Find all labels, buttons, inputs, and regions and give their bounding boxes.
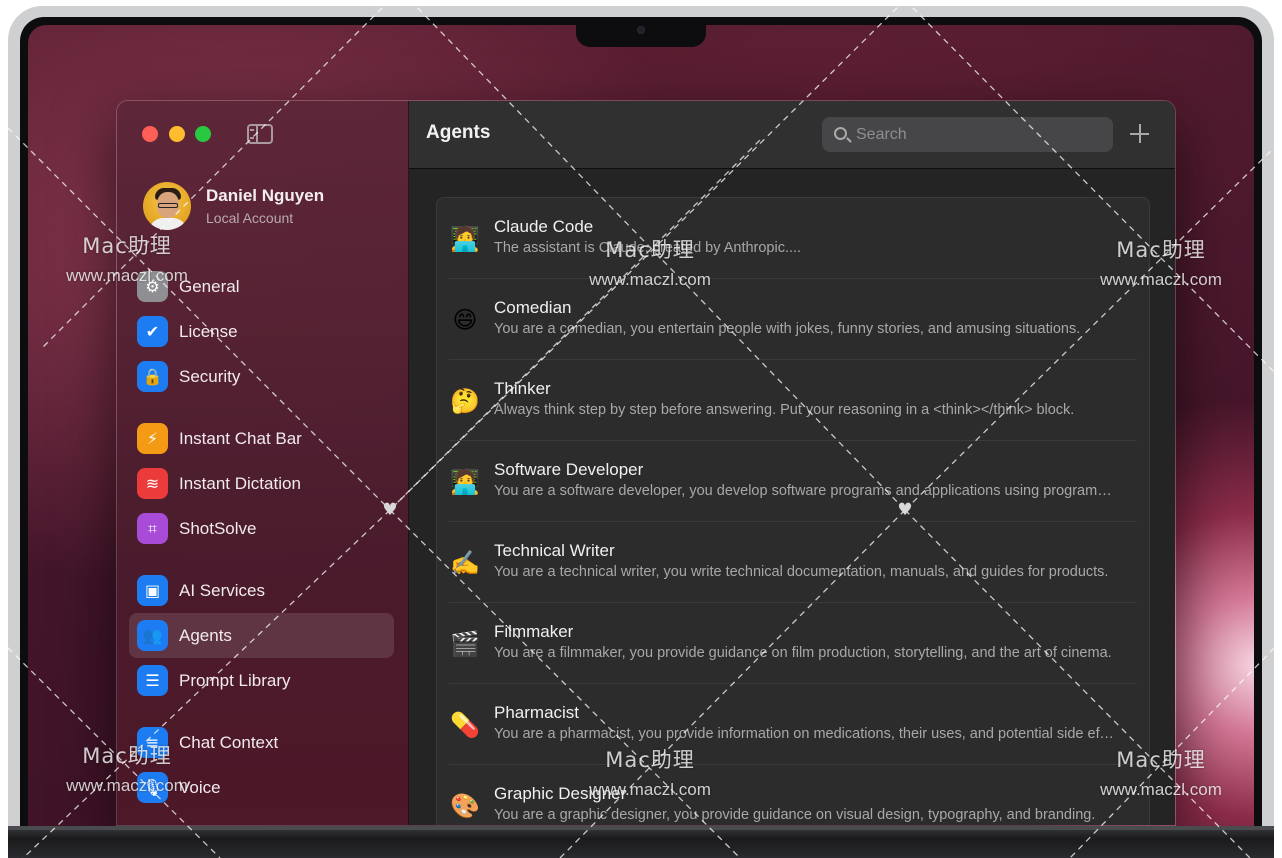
waveform-icon: ≋	[137, 468, 168, 499]
checkmark-seal-icon: ✔	[137, 316, 168, 347]
sidebar-item-label: Instant Dictation	[179, 474, 301, 493]
sidebar-left-icon[interactable]	[247, 124, 273, 144]
avatar	[143, 182, 191, 230]
add-agent-button[interactable]	[1127, 121, 1153, 147]
sidebar: Daniel Nguyen Local Account ⚙ General ✔ Lic…	[117, 101, 409, 825]
sidebar-item-label: Security	[179, 367, 241, 386]
gear-icon: ⚙	[137, 271, 168, 302]
agent-row[interactable]: 🎨 Graphic Designer You are a graphic desig…	[437, 765, 1149, 825]
agent-description: You are a technical writer, you write te…	[494, 564, 1109, 580]
agent-row[interactable]: 🧑‍💻 Software Developer You are a software …	[437, 441, 1149, 522]
profile-name: Daniel Nguyen	[206, 186, 325, 205]
agent-row[interactable]: 💊 Pharmacist You are a pharmacist, you pro…	[437, 684, 1149, 765]
sidebar-item-ai-services[interactable]: ▣ AI Services	[129, 568, 394, 613]
sidebar-item-agents[interactable]: 👥 Agents	[129, 613, 394, 658]
sidebar-item-label: Prompt Library	[179, 671, 291, 690]
sidebar-item-label: ShotSolve	[179, 519, 257, 538]
agent-emoji-icon: 🧑‍💻	[450, 225, 480, 253]
minimize-window-button[interactable]	[169, 126, 185, 142]
agent-description: You are a filmmaker, you provide guidanc…	[494, 645, 1112, 661]
close-window-button[interactable]	[142, 126, 158, 142]
search-icon	[834, 127, 847, 140]
agent-description: Always think step by step before answeri…	[494, 402, 1075, 418]
agent-description: You are a comedian, you entertain people…	[494, 321, 1081, 337]
agent-name: Technical Writer	[494, 541, 615, 560]
watermark-heart-icon: ♥	[897, 500, 913, 520]
agent-list: 🧑‍💻 Claude Code The assistant is Claude, c…	[436, 197, 1150, 825]
agent-name: Claude Code	[494, 217, 594, 236]
sidebar-item-instant-dictation[interactable]: ≋ Instant Dictation	[129, 461, 394, 506]
search-input[interactable]	[856, 117, 1106, 152]
sidebar-item-chat-context[interactable]: ≡ Chat Context	[129, 720, 394, 765]
sidebar-item-label: Voice	[179, 778, 221, 797]
text-list-icon: ☰	[137, 665, 168, 696]
agent-name: Filmmaker	[494, 622, 574, 641]
agent-emoji-icon: 🧑‍💻	[450, 468, 480, 496]
viewfinder-icon: ⌗	[137, 513, 168, 544]
sidebar-item-label: General	[179, 277, 240, 296]
camera-icon	[637, 26, 645, 34]
sidebar-item-shotsolve[interactable]: ⌗ ShotSolve	[129, 506, 394, 551]
sidebar-item-instant-chat-bar[interactable]: ⚡ Instant Chat Bar	[129, 416, 394, 461]
agent-name: Thinker	[494, 379, 551, 398]
sidebar-item-label: License	[179, 322, 238, 341]
agent-name: Graphic Designer	[494, 784, 627, 803]
microphone-icon: 🎙	[137, 772, 168, 803]
agent-description: You are a graphic designer, you provide …	[494, 807, 1096, 823]
sidebar-item-label: AI Services	[179, 581, 265, 600]
agent-emoji-icon: 🤔	[450, 387, 480, 415]
search-field[interactable]	[822, 117, 1113, 152]
agent-description: You are a pharmacist, you provide inform…	[494, 726, 1114, 742]
settings-window: Daniel Nguyen Local Account ⚙ General ✔ Lic…	[116, 100, 1176, 826]
sliders-icon: ≡	[137, 727, 168, 758]
agent-emoji-icon: 🎬	[450, 630, 480, 658]
sidebar-item-security[interactable]: 🔒 Security	[129, 354, 394, 399]
agent-row[interactable]: 😄 Comedian You are a comedian, you enterta…	[437, 279, 1149, 360]
zoom-window-button[interactable]	[195, 126, 211, 142]
agent-name: Pharmacist	[494, 703, 580, 722]
laptop-base	[8, 826, 1274, 858]
page-title: Agents	[426, 122, 491, 143]
people-icon: 👥	[137, 620, 168, 651]
agent-description: The assistant is Claude, created by Anth…	[494, 240, 802, 256]
camera-notch	[576, 17, 706, 47]
agent-row[interactable]: 🧑‍💻 Claude Code The assistant is Claude, c…	[437, 198, 1149, 279]
agent-name: Comedian	[494, 298, 572, 317]
agent-emoji-icon: ✍️	[450, 549, 480, 577]
agent-emoji-icon: 🎨	[450, 792, 480, 820]
sidebar-item-voice[interactable]: 🎙 Voice	[129, 765, 394, 810]
bolt-icon: ⚡	[137, 423, 168, 454]
agent-emoji-icon: 😄	[452, 306, 478, 334]
lock-icon: 🔒	[137, 361, 168, 392]
watermark-heart-icon: ♥	[382, 500, 398, 520]
sidebar-item-label: Agents	[179, 626, 232, 645]
sidebar-item-prompt-library[interactable]: ☰ Prompt Library	[129, 658, 394, 703]
agent-emoji-icon: 💊	[450, 711, 480, 739]
agent-name: Software Developer	[494, 460, 644, 479]
cpu-icon: ▣	[137, 575, 168, 606]
sidebar-item-label: Instant Chat Bar	[179, 429, 302, 448]
sidebar-item-label: Chat Context	[179, 733, 279, 752]
user-profile[interactable]: Daniel Nguyen Local Account	[143, 182, 393, 230]
agent-row[interactable]: 🤔 Thinker Always think step by step before…	[437, 360, 1149, 441]
profile-subtitle: Local Account	[206, 210, 294, 226]
sidebar-item-license[interactable]: ✔ License	[129, 309, 394, 354]
agent-row[interactable]: ✍️ Technical Writer You are a technical wr…	[437, 522, 1149, 603]
main-content: Agents 🧑‍💻 Claude Code The assistant is Cl…	[409, 101, 1175, 825]
sidebar-item-general[interactable]: ⚙ General	[129, 264, 394, 309]
agent-description: You are a software developer, you develo…	[494, 483, 1114, 499]
agent-row[interactable]: 🎬 Filmmaker You are a filmmaker, you provi…	[437, 603, 1149, 684]
toolbar: Agents	[409, 101, 1175, 169]
